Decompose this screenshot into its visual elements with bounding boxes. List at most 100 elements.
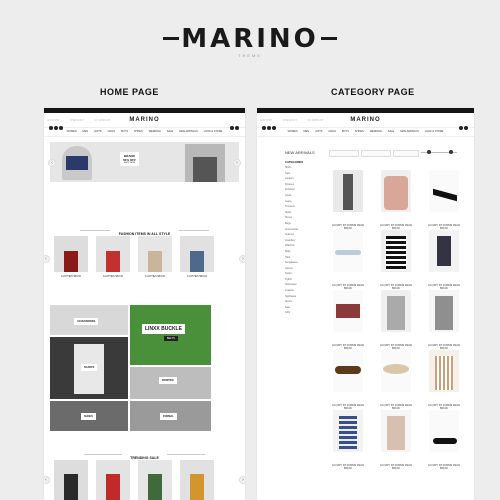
nav-item[interactable]: SALE <box>167 130 173 133</box>
nav-item[interactable]: GIFTS <box>94 130 101 133</box>
product-caption: CLOTHES $59.00 <box>186 275 208 278</box>
filter-dropdown[interactable] <box>361 150 391 157</box>
nav-item[interactable]: GIRLS <box>328 130 336 133</box>
product-card-image[interactable] <box>381 230 411 272</box>
product-card-image[interactable] <box>429 170 459 212</box>
filter-dropdown[interactable] <box>393 150 419 157</box>
product-coat <box>148 251 162 272</box>
hero-prev-arrow[interactable]: ‹ <box>48 159 56 167</box>
pinterest-icon[interactable] <box>272 126 276 130</box>
nav-item[interactable]: GIRLS <box>107 130 115 133</box>
product-card-image[interactable] <box>429 290 459 332</box>
nav-item[interactable]: BOYS <box>342 130 349 133</box>
twitter-icon[interactable] <box>54 126 58 130</box>
nav-item[interactable]: SHOES <box>134 130 143 133</box>
product-card-image[interactable] <box>429 350 459 392</box>
nav-item[interactable]: SHOES <box>355 130 364 133</box>
bowties-label: BOWTIES <box>159 377 177 384</box>
product-card-image[interactable] <box>333 230 363 272</box>
product-card-image[interactable] <box>333 350 363 392</box>
trending-scarf <box>190 474 204 500</box>
twitter-icon[interactable] <box>267 126 271 130</box>
nav-item[interactable]: NEW ARRIVALS <box>400 130 419 133</box>
product-card-image[interactable] <box>381 290 411 332</box>
search-icon[interactable] <box>459 126 463 130</box>
nav-item[interactable]: LOOK & STORE <box>425 130 444 133</box>
products-next-arrow[interactable]: › <box>239 255 245 263</box>
trending-prev-arrow[interactable]: ‹ <box>44 476 50 484</box>
product-caption: LUXURY FIT FORUM FIELD $59.00 <box>427 344 461 350</box>
product-grid <box>325 160 471 500</box>
nav-item[interactable]: NEW ARRIVALS <box>179 130 198 133</box>
nav-item[interactable]: WOMEN <box>288 130 298 133</box>
hero-badge: BRAND 50% OFF SHOP NOW <box>120 152 139 166</box>
product-caption: CLOTHES $59.00 <box>102 275 124 278</box>
belts-button[interactable]: BELTS <box>164 336 178 341</box>
price-slider-handle[interactable] <box>427 150 431 154</box>
category-logo[interactable]: MARINO <box>350 117 380 123</box>
trending-dress <box>106 474 120 500</box>
nav-item[interactable]: WOMEN <box>67 130 77 133</box>
product-card-image[interactable] <box>333 410 363 452</box>
product-card-image[interactable] <box>381 350 411 392</box>
category-page-title: CATEGORY PAGE <box>331 87 415 97</box>
nav-item[interactable]: SALE <box>388 130 394 133</box>
product-caption: CLOTHES $59.00 <box>144 275 166 278</box>
nav-item[interactable]: BOYS <box>121 130 128 133</box>
brand-logo-text: MARINO <box>163 24 337 54</box>
product-card-image[interactable] <box>381 410 411 452</box>
accessories-label: ACCESSORIES <box>74 318 99 325</box>
product-scarf <box>64 251 78 272</box>
filter-dropdown[interactable] <box>329 150 359 157</box>
facebook-icon[interactable] <box>49 126 53 130</box>
product-caption: LUXURY FIT FORUM FIELD $59.00 <box>379 284 413 290</box>
nav-item[interactable]: MEN <box>304 130 310 133</box>
trending-next-arrow[interactable]: › <box>239 476 245 484</box>
product-shirt <box>190 251 204 272</box>
sidebar-item[interactable]: Gifts <box>285 311 321 317</box>
search-icon[interactable] <box>230 126 234 130</box>
social-icons <box>49 117 64 135</box>
header-actions <box>230 117 240 135</box>
product-caption: LUXURY FIT FORUM FIELD $59.00 <box>427 284 461 290</box>
cart-icon[interactable] <box>235 126 239 130</box>
category-header: MARINO <box>257 113 474 130</box>
hero-dress <box>66 156 88 170</box>
product-card-image[interactable] <box>381 170 411 212</box>
facebook-icon[interactable] <box>262 126 266 130</box>
category-nav: WOMEN MEN GIFTS GIRLS BOYS SHOES WEDDING SALE NE… <box>257 128 474 137</box>
scarfs-label: SCARFS <box>81 364 98 371</box>
shoes-label: SHOES <box>81 413 96 420</box>
hero-banner[interactable]: BRAND 50% OFF SHOP NOW ‹ › <box>48 142 241 182</box>
header-actions <box>459 117 469 135</box>
nav-item[interactable]: MEN <box>83 130 89 133</box>
trending-jacket <box>64 474 78 500</box>
brand-logo: MARINO THEME <box>0 24 500 58</box>
product-caption: LUXURY FIT FORUM FIELD $59.00 <box>379 224 413 230</box>
product-card-image[interactable] <box>429 410 459 452</box>
product-caption: LUXURY FIT FORUM FIELD $59.00 <box>379 344 413 350</box>
price-slider-handle[interactable] <box>449 150 453 154</box>
hero-next-arrow[interactable]: › <box>233 159 241 167</box>
product-caption: LUXURY FIT FORUM FIELD $59.00 <box>331 404 365 410</box>
product-card-image[interactable] <box>333 170 363 212</box>
social-icons <box>262 117 277 135</box>
sidebar-title: CATEGORIES <box>285 160 304 164</box>
linxx-banner[interactable] <box>130 305 211 365</box>
product-card-image[interactable] <box>333 290 363 332</box>
pinterest-icon[interactable] <box>59 126 63 130</box>
category-sidebar: CATEGORIES Shirts Tops Jackets Dresses K… <box>285 160 321 317</box>
product-caption: LUXURY FIT FORUM FIELD $59.00 <box>379 404 413 410</box>
nav-item[interactable]: WEDDING <box>370 130 382 133</box>
product-caption: LUXURY FIT FORUM FIELD $59.00 <box>331 224 365 230</box>
cart-icon[interactable] <box>464 126 468 130</box>
nav-item[interactable]: LOOK & STORE <box>204 130 223 133</box>
products-prev-arrow[interactable]: ‹ <box>44 255 50 263</box>
home-logo[interactable]: MARINO <box>129 117 159 123</box>
nav-item[interactable]: GIFTS <box>315 130 322 133</box>
product-card-image[interactable] <box>429 230 459 272</box>
hero-shop-link[interactable]: SHOP NOW <box>123 162 136 164</box>
nav-item[interactable]: WEDDING <box>149 130 161 133</box>
home-header: MARINO <box>44 113 245 130</box>
formal-label: FORMAL <box>160 413 177 420</box>
